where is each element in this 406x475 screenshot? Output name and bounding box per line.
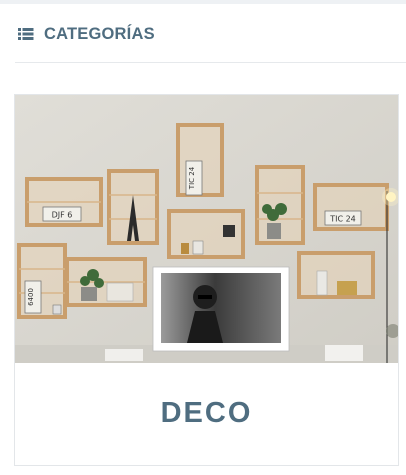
widget-header: CATEGORÍAS — [15, 14, 406, 54]
category-card[interactable]: DJF 6 TIC 24 TIC 24 6400 DECO — [14, 94, 399, 466]
plate-text: DJF 6 — [52, 211, 73, 220]
category-image-link[interactable]: DJF 6 TIC 24 TIC 24 6400 — [15, 95, 398, 363]
top-divider — [0, 0, 406, 4]
list-icon — [18, 27, 34, 41]
category-photo: DJF 6 TIC 24 TIC 24 6400 — [15, 95, 398, 363]
plate-text: TIC 24 — [329, 215, 356, 224]
plate-text: TIC 24 — [188, 166, 196, 190]
category-title-link[interactable]: DECO — [161, 397, 253, 430]
plate-text: 6400 — [27, 288, 35, 306]
widget-title: CATEGORÍAS — [44, 24, 155, 43]
category-footer: DECO — [15, 363, 398, 465]
header-divider — [15, 62, 406, 63]
